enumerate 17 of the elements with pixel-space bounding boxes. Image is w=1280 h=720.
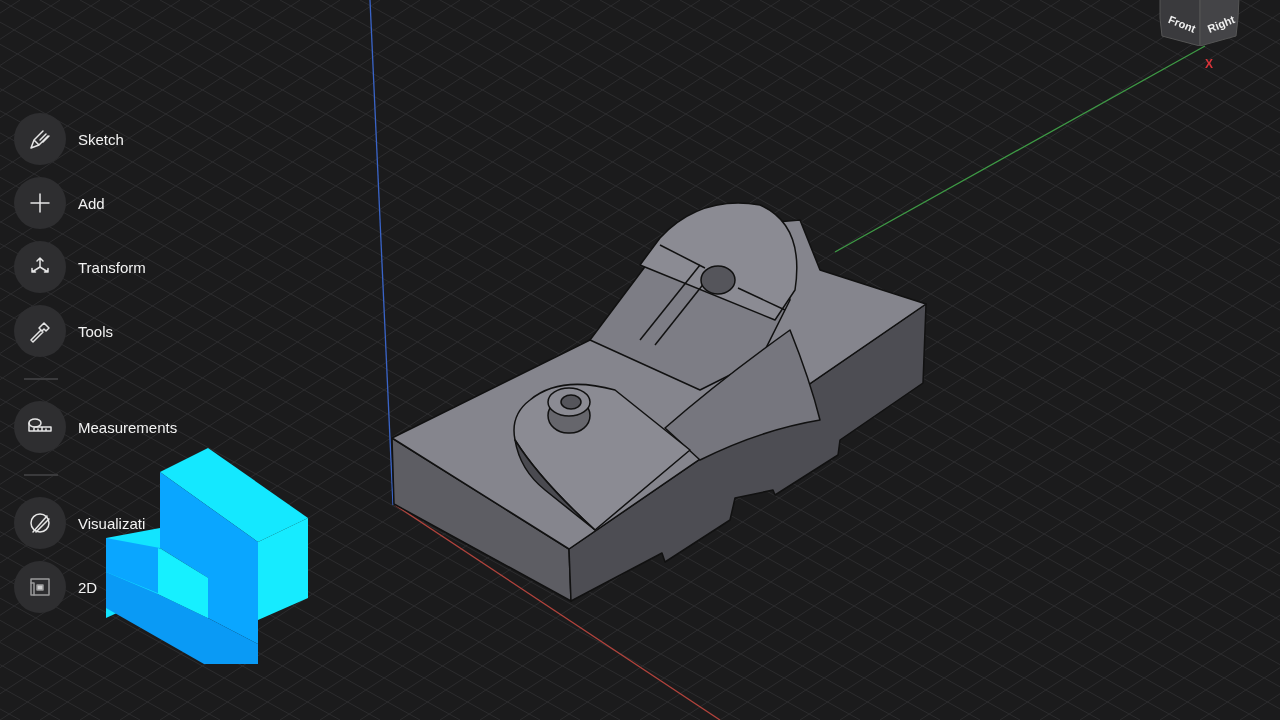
tool-label: Tools xyxy=(78,322,114,340)
cube-face-label: Front xyxy=(1166,13,1198,35)
tool-button[interactable] xyxy=(14,241,66,293)
tool-label: Sketch xyxy=(78,130,124,148)
tool-button[interactable] xyxy=(14,401,66,453)
tool-button[interactable] xyxy=(14,113,66,165)
tool-button[interactable] xyxy=(14,305,66,357)
tool-button[interactable] xyxy=(14,497,66,549)
tool-label: Measurements xyxy=(78,418,178,436)
tool-label: Add xyxy=(78,194,105,212)
tool-label: Visualizati xyxy=(78,514,146,532)
axis-label: X xyxy=(1205,57,1213,71)
tool-label: Transform xyxy=(78,258,146,276)
cube-face-label: Right xyxy=(1205,13,1237,35)
tool-label: 2D xyxy=(78,578,98,596)
plus-icon xyxy=(28,191,52,215)
tool-button[interactable] xyxy=(14,177,66,229)
